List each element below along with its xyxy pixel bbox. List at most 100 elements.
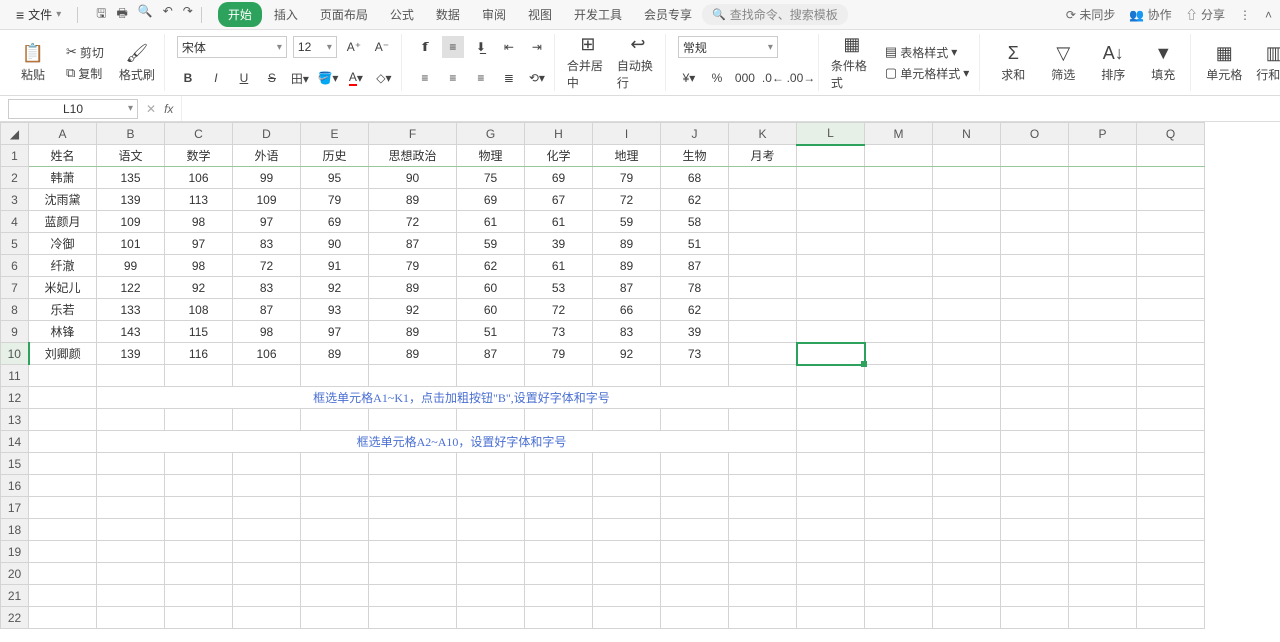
cell-M3[interactable]	[865, 189, 933, 211]
tab-view[interactable]: 视图	[518, 2, 562, 27]
cell-E1[interactable]: 历史	[301, 145, 369, 167]
cell-P2[interactable]	[1069, 167, 1137, 189]
name-box[interactable]: L10	[8, 99, 138, 119]
font-color-button[interactable]: A▾	[345, 67, 367, 89]
cell-N18[interactable]	[933, 519, 1001, 541]
cell-B16[interactable]	[97, 475, 165, 497]
formula-input[interactable]	[181, 96, 1272, 121]
cell-I19[interactable]	[593, 541, 661, 563]
cell-M4[interactable]	[865, 211, 933, 233]
cell-K5[interactable]	[729, 233, 797, 255]
cell-N15[interactable]	[933, 453, 1001, 475]
cell-M18[interactable]	[865, 519, 933, 541]
cell-B15[interactable]	[97, 453, 165, 475]
cell-C21[interactable]	[165, 585, 233, 607]
cell-I13[interactable]	[593, 409, 661, 431]
cell-A7[interactable]: 米妃儿	[29, 277, 97, 299]
tab-data[interactable]: 数据	[426, 2, 470, 27]
number-format-select[interactable]: 常规	[678, 36, 778, 58]
cell-Q16[interactable]	[1137, 475, 1205, 497]
cell-M19[interactable]	[865, 541, 933, 563]
cell-E2[interactable]: 95	[301, 167, 369, 189]
tab-layout[interactable]: 页面布局	[310, 2, 378, 27]
cell-I5[interactable]: 89	[593, 233, 661, 255]
cell-N8[interactable]	[933, 299, 1001, 321]
cell-P3[interactable]	[1069, 189, 1137, 211]
cell-O10[interactable]	[1001, 343, 1069, 365]
format-painter-button[interactable]: 🖌格式刷	[116, 43, 158, 83]
font-name-select[interactable]: 宋体	[177, 36, 287, 58]
tab-formula[interactable]: 公式	[380, 2, 424, 27]
cell-F3[interactable]: 89	[369, 189, 457, 211]
share-button[interactable]: ⇧ 分享	[1186, 6, 1225, 23]
cell-P22[interactable]	[1069, 607, 1137, 629]
cell-N13[interactable]	[933, 409, 1001, 431]
cell-K1[interactable]: 月考	[729, 145, 797, 167]
cell-Q4[interactable]	[1137, 211, 1205, 233]
italic-button[interactable]: I	[205, 67, 227, 89]
cell-K8[interactable]	[729, 299, 797, 321]
cell-P5[interactable]	[1069, 233, 1137, 255]
cell-M8[interactable]	[865, 299, 933, 321]
cell-B9[interactable]: 143	[97, 321, 165, 343]
cell-F1[interactable]: 思想政治	[369, 145, 457, 167]
row-header-19[interactable]: 19	[1, 541, 29, 563]
row-header-12[interactable]: 12	[1, 387, 29, 409]
cell-N1[interactable]	[933, 145, 1001, 167]
cell-K16[interactable]	[729, 475, 797, 497]
sync-status[interactable]: ⟳ 未同步	[1066, 6, 1115, 23]
cell-K6[interactable]	[729, 255, 797, 277]
cell-J20[interactable]	[661, 563, 729, 585]
merge-center-button[interactable]: ⊞合并居中	[567, 34, 609, 91]
sum-button[interactable]: Σ求和	[992, 43, 1034, 83]
cell-E17[interactable]	[301, 497, 369, 519]
cell-E22[interactable]	[301, 607, 369, 629]
cell-A19[interactable]	[29, 541, 97, 563]
cell-C6[interactable]: 98	[165, 255, 233, 277]
indent-left-icon[interactable]: ⇤	[498, 36, 520, 58]
cell-B22[interactable]	[97, 607, 165, 629]
cell-B12[interactable]: 框选单元格A1~K1，点击加粗按钮"B",设置好字体和字号	[97, 387, 797, 409]
cell-I8[interactable]: 66	[593, 299, 661, 321]
cell-I17[interactable]	[593, 497, 661, 519]
col-header-K[interactable]: K	[729, 123, 797, 145]
tab-dev[interactable]: 开发工具	[564, 2, 632, 27]
row-header-17[interactable]: 17	[1, 497, 29, 519]
cell-L8[interactable]	[797, 299, 865, 321]
more-icon[interactable]: ⋮	[1239, 8, 1251, 22]
row-header-22[interactable]: 22	[1, 607, 29, 629]
col-header-J[interactable]: J	[661, 123, 729, 145]
cell-M10[interactable]	[865, 343, 933, 365]
cell-O1[interactable]	[1001, 145, 1069, 167]
cell-H13[interactable]	[525, 409, 593, 431]
col-header-L[interactable]: L	[797, 123, 865, 145]
cell-P21[interactable]	[1069, 585, 1137, 607]
row-header-16[interactable]: 16	[1, 475, 29, 497]
print-icon[interactable]: 🖶	[116, 4, 127, 25]
cell-D20[interactable]	[233, 563, 301, 585]
cell-O18[interactable]	[1001, 519, 1069, 541]
cell-M9[interactable]	[865, 321, 933, 343]
cell-E21[interactable]	[301, 585, 369, 607]
cell-E13[interactable]	[301, 409, 369, 431]
cell-Q2[interactable]	[1137, 167, 1205, 189]
cell-O8[interactable]	[1001, 299, 1069, 321]
select-all-corner[interactable]: ◢	[1, 123, 29, 145]
cell-G5[interactable]: 59	[457, 233, 525, 255]
cell-M16[interactable]	[865, 475, 933, 497]
cell-Q5[interactable]	[1137, 233, 1205, 255]
cell-J6[interactable]: 87	[661, 255, 729, 277]
cell-G10[interactable]: 87	[457, 343, 525, 365]
cell-E19[interactable]	[301, 541, 369, 563]
cell-G18[interactable]	[457, 519, 525, 541]
cell-H10[interactable]: 79	[525, 343, 593, 365]
cell-P9[interactable]	[1069, 321, 1137, 343]
cell-E4[interactable]: 69	[301, 211, 369, 233]
cell-A16[interactable]	[29, 475, 97, 497]
cell-L16[interactable]	[797, 475, 865, 497]
cell-E5[interactable]: 90	[301, 233, 369, 255]
cell-G3[interactable]: 69	[457, 189, 525, 211]
cell-K7[interactable]	[729, 277, 797, 299]
cell-C8[interactable]: 108	[165, 299, 233, 321]
cell-C16[interactable]	[165, 475, 233, 497]
